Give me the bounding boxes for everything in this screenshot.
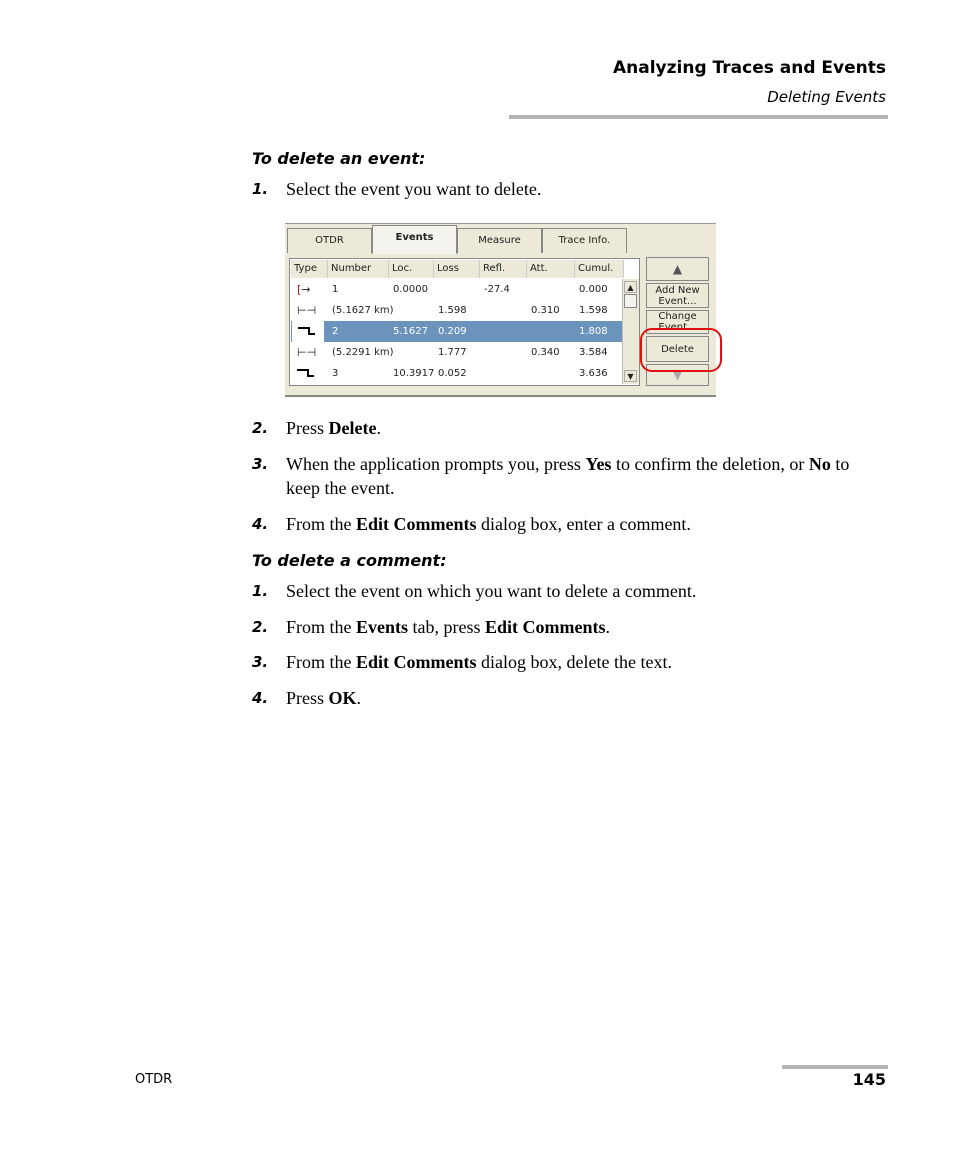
text: When the application prompts you, press (286, 454, 586, 474)
ui-term: Yes (585, 454, 612, 474)
tab-measure[interactable]: Measure (457, 228, 542, 253)
step-text: Press Delete. (286, 416, 886, 440)
cell-att: 0.310 (531, 305, 560, 316)
text: From the (286, 514, 356, 534)
cell-number: 1 (332, 284, 339, 295)
cell-number: (5.1627 km) (332, 305, 394, 316)
text: From the (286, 617, 356, 637)
column-header[interactable]: Loss (434, 260, 480, 278)
cell-loc: 10.3917 (393, 368, 435, 379)
up-arrow-icon: ▲ (672, 261, 683, 276)
cell-cumul: 0.000 (579, 284, 608, 295)
column-header[interactable]: Type (291, 260, 328, 278)
text: dialog box, delete the text. (476, 652, 672, 672)
table-row[interactable]: 2 5.1627 0.209 1.808 (291, 321, 622, 342)
tab-otdr[interactable]: OTDR (287, 228, 372, 253)
add-new-event-button[interactable]: Add New Event... (646, 283, 709, 308)
step-number: 2. (252, 618, 269, 636)
step-text: From the Events tab, press Edit Comments… (286, 615, 886, 639)
step-text: Select the event you want to delete. (286, 177, 886, 201)
cell-number: (5.2291 km) (332, 347, 394, 358)
step-number: 1. (252, 582, 269, 600)
text: dialog box, enter a comment. (476, 514, 691, 534)
move-up-button[interactable]: ▲ (646, 257, 709, 281)
cell-number: 2 (332, 326, 339, 337)
column-header[interactable]: Cumul. (575, 260, 624, 278)
cell-cumul: 3.584 (579, 347, 608, 358)
text: . (376, 418, 381, 438)
step-text: When the application prompts you, press … (286, 452, 886, 500)
scroll-down-icon[interactable]: ▼ (624, 370, 637, 382)
cell-loss: 1.598 (438, 305, 467, 316)
text: Select the event on which you want to de… (286, 581, 697, 601)
header-rule (509, 115, 888, 119)
cell-refl: -27.4 (484, 284, 510, 295)
text: . (356, 688, 362, 708)
cell-att: 0.340 (531, 347, 560, 358)
footer-product: OTDR (135, 1072, 173, 1087)
step-text: From the Edit Comments dialog box, enter… (286, 512, 886, 536)
span-icon: ⊢⊣ (297, 304, 317, 317)
text: . (605, 617, 611, 637)
cell-loss: 1.777 (438, 347, 467, 358)
step-text: Press OK. (286, 686, 886, 710)
step-number: 3. (252, 653, 269, 671)
scrollbar[interactable]: ▲ ▼ (622, 279, 639, 384)
cell-number: 3 (332, 368, 339, 379)
ui-term: OK (328, 688, 357, 708)
cell-loss: 0.209 (438, 326, 467, 337)
step-text: From the Edit Comments dialog box, delet… (286, 650, 886, 674)
text: From the (286, 652, 356, 672)
text: to confirm the deletion, or (611, 454, 809, 474)
span-icon: ⊢⊣ (297, 346, 317, 359)
footer-rule (782, 1065, 888, 1069)
text: Select the event you want to delete. (286, 179, 542, 199)
text: Press (286, 688, 329, 708)
text: Press (286, 418, 329, 438)
ui-term: Edit Comments (356, 514, 477, 534)
ui-term: Edit Comments (356, 652, 477, 672)
column-header[interactable]: Att. (527, 260, 575, 278)
tab-trace-info[interactable]: Trace Info. (542, 228, 627, 253)
table-row[interactable]: [→ 1 0.0000 -27.4 0.000 (291, 279, 622, 300)
chapter-title: Analyzing Traces and Events (612, 58, 886, 78)
column-header[interactable]: Number (328, 260, 389, 278)
procedure-title: To delete a comment: (252, 551, 447, 570)
step-number: 4. (252, 515, 269, 533)
scroll-thumb[interactable] (624, 294, 637, 308)
cell-loc: 5.1627 (393, 326, 428, 337)
step-text: Select the event on which you want to de… (286, 579, 886, 603)
section-title: Deleting Events (767, 88, 886, 106)
scroll-up-icon[interactable]: ▲ (624, 281, 637, 293)
column-header[interactable]: Loc. (389, 260, 434, 278)
tab-events[interactable]: Events (372, 225, 457, 254)
cell-loss: 0.052 (438, 368, 467, 379)
procedure-title: To delete an event: (252, 149, 426, 168)
table-row[interactable]: ⊢⊣ (5.1627 km) 1.598 0.310 1.598 (291, 300, 622, 321)
cell-cumul: 3.636 (579, 368, 608, 379)
events-table: Type Number Loc. Loss Refl. Att. Cumul. [→ 1 0.0… (289, 258, 640, 386)
highlight-circle (640, 328, 722, 372)
cell-cumul: 1.598 (579, 305, 608, 316)
step-number: 3. (252, 455, 269, 473)
ui-term: Edit Comments (485, 617, 606, 637)
cell-cumul: 1.808 (579, 326, 608, 337)
step-number: 2. (252, 419, 269, 437)
ui-term: Events (356, 617, 409, 637)
cell-loc: 0.0000 (393, 284, 428, 295)
ui-term: No (808, 454, 831, 474)
launch-icon: [→ (297, 283, 311, 296)
table-row[interactable]: ⊢⊣ (5.2291 km) 1.777 0.340 3.584 (291, 342, 622, 363)
page-number: 145 (852, 1070, 886, 1089)
table-row[interactable]: 3 10.3917 0.052 3.636 (291, 363, 622, 384)
step-number: 1. (252, 180, 269, 198)
manual-page: Analyzing Traces and Events Deleting Eve… (0, 0, 954, 1159)
step-icon (297, 363, 314, 384)
column-header[interactable]: Refl. (480, 260, 527, 278)
ui-term: Delete (328, 418, 377, 438)
step-number: 4. (252, 689, 269, 707)
step-icon (292, 321, 324, 342)
text: tab, press (408, 617, 485, 637)
